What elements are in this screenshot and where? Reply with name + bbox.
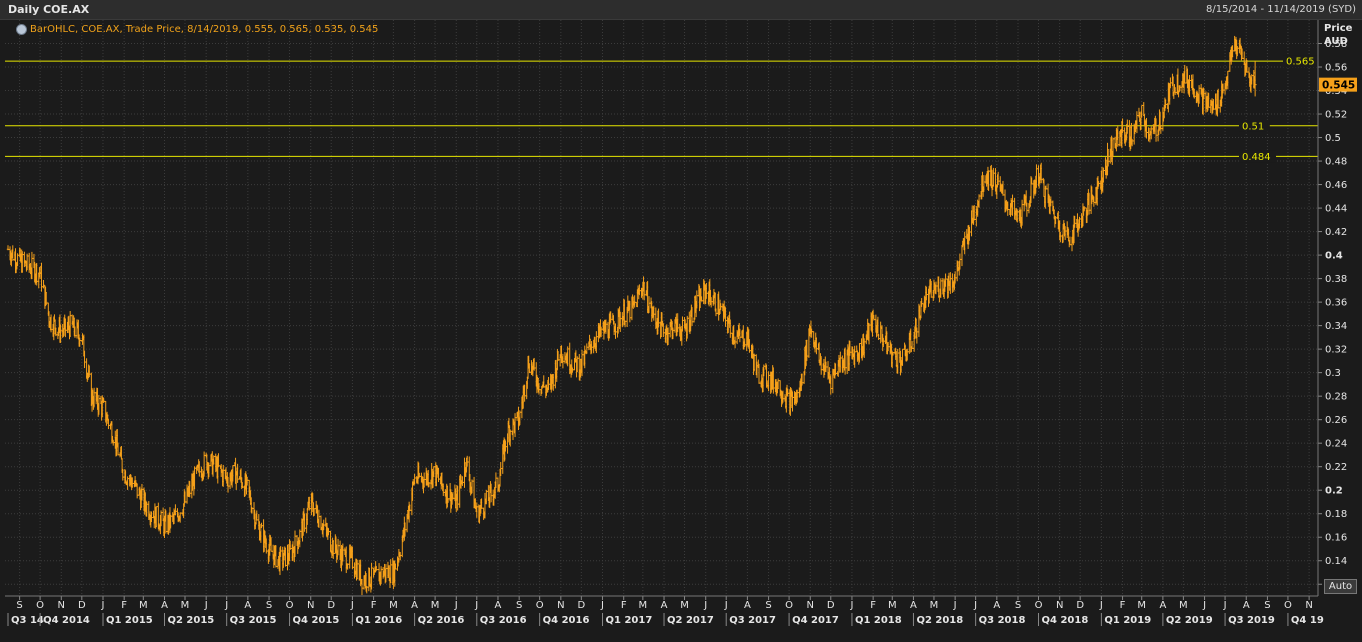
price-chart[interactable]: 0.5650.510.484 0.120.140.160.180.20.220.… [0,0,1362,642]
reference-line-label: 0.484 [1242,152,1271,163]
reference-line-label: 0.565 [1286,57,1315,68]
plot-area-background [5,20,1318,596]
reference-line-label: 0.51 [1242,121,1264,132]
chart-window: Daily COE.AX 8/15/2014 - 11/14/2019 (SYD… [0,0,1362,642]
